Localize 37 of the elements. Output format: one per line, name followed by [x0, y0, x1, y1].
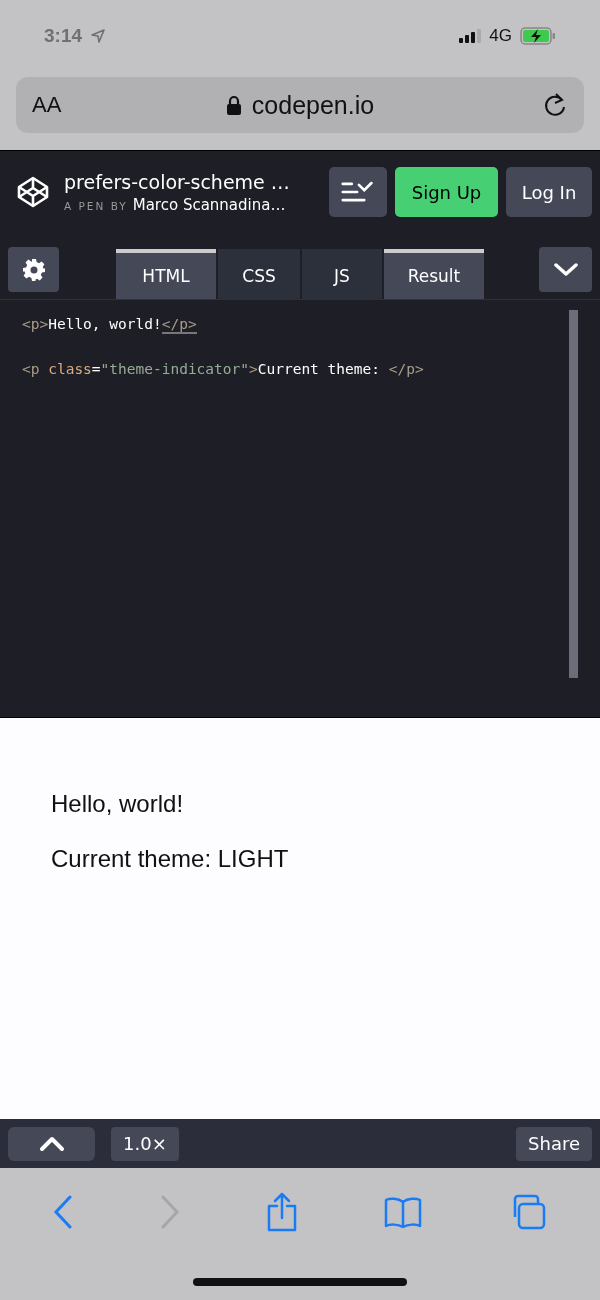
- result-paragraph: Hello, world!: [51, 790, 185, 818]
- url-text: codepen.io: [251, 90, 375, 120]
- menu-button[interactable]: [329, 167, 387, 217]
- signal-icon: [459, 29, 482, 43]
- share-button[interactable]: Share: [516, 1126, 592, 1161]
- codepen-logo-icon: [16, 175, 50, 209]
- editor-tab[interactable]: JS: [302, 249, 382, 299]
- editor-tab[interactable]: HTML: [116, 249, 216, 299]
- chevron-left-icon: [53, 1195, 74, 1229]
- editor-tab[interactable]: Result: [384, 249, 484, 299]
- share-icon[interactable]: [265, 1192, 298, 1232]
- settings-button[interactable]: [8, 247, 59, 292]
- sign-up-button[interactable]: Sign Up: [395, 167, 498, 217]
- author-link[interactable]: Marco Scannadina…: [132, 195, 286, 214]
- log-in-button[interactable]: Log In: [506, 167, 592, 217]
- code-line: <p class="theme-indicator">Current theme: </p>: [22, 361, 425, 377]
- settings-icon: [21, 257, 46, 282]
- scrollbar[interactable]: [569, 310, 578, 678]
- forward-button[interactable]: [159, 1195, 180, 1229]
- zoom-button[interactable]: 1.0×: [111, 1126, 179, 1161]
- location-arrow-icon: [90, 28, 107, 44]
- result-paragraph: Current theme: LIGHT: [51, 845, 290, 873]
- book-icon[interactable]: [384, 1196, 423, 1228]
- chevron-down-icon: [553, 262, 578, 277]
- pen-title: prefers-color-scheme …: [64, 170, 291, 193]
- reload-icon[interactable]: [542, 91, 568, 119]
- address-bar[interactable]: AA codepen.io: [16, 77, 584, 133]
- text-size-button[interactable]: AA: [32, 92, 62, 118]
- console-toggle-button[interactable]: [8, 1126, 95, 1161]
- chevron-right-icon: [159, 1195, 180, 1229]
- chevron-up-icon: [38, 1135, 65, 1152]
- byline-label: A PEN BY: [64, 199, 128, 212]
- network-label: 4G: [489, 26, 512, 46]
- editor-tab[interactable]: CSS: [218, 249, 300, 299]
- clock-time: 3:14: [44, 25, 83, 47]
- back-button[interactable]: [53, 1195, 74, 1229]
- collapse-button[interactable]: [539, 247, 592, 292]
